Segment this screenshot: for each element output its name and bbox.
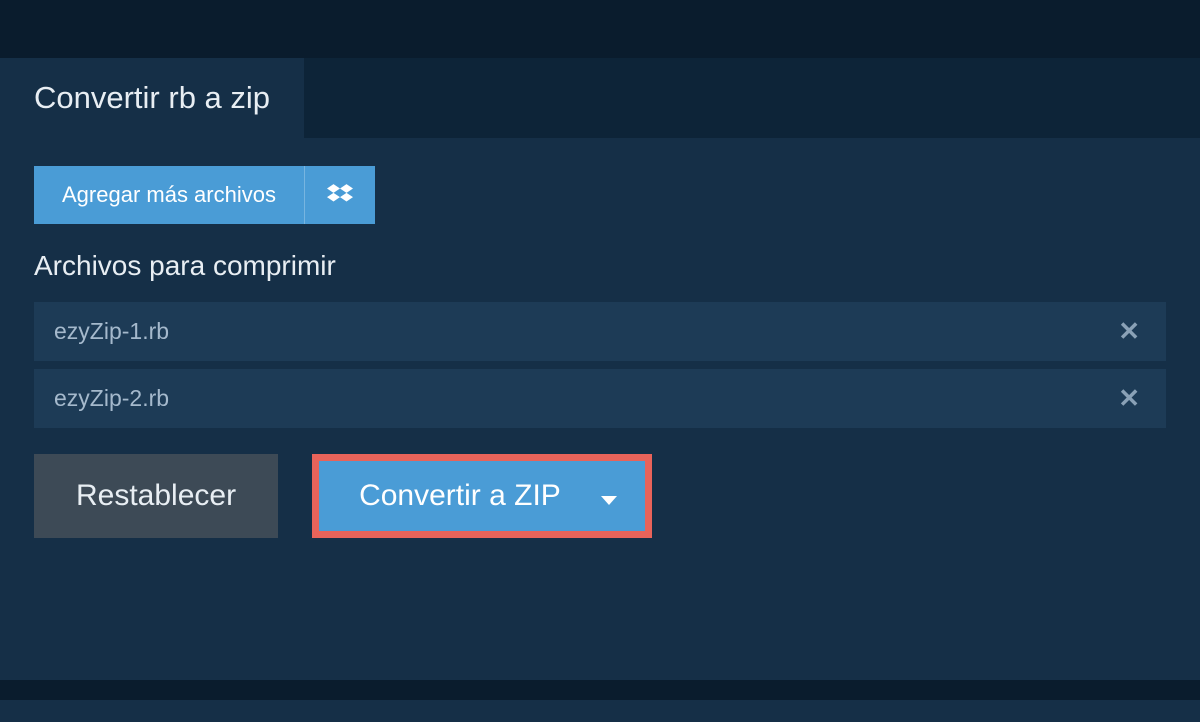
files-heading: Archivos para comprimir	[34, 250, 1166, 282]
reset-button[interactable]: Restablecer	[34, 454, 278, 538]
button-row: Restablecer Convertir a ZIP	[34, 454, 1166, 538]
dropbox-icon	[327, 182, 353, 208]
file-list: ezyZip-1.rb ✕ ezyZip-2.rb ✕	[34, 302, 1166, 428]
file-row: ezyZip-2.rb ✕	[34, 369, 1166, 428]
convert-label: Convertir a ZIP	[319, 461, 595, 531]
file-name: ezyZip-1.rb	[54, 318, 169, 345]
close-icon[interactable]: ✕	[1112, 383, 1146, 414]
main-content: Agregar más archivos Archivos para compr…	[0, 138, 1200, 722]
caret-down-icon	[601, 496, 617, 505]
tab-convert[interactable]: Convertir rb a zip	[0, 58, 304, 138]
file-name: ezyZip-2.rb	[54, 385, 169, 412]
file-row: ezyZip-1.rb ✕	[34, 302, 1166, 361]
add-files-label: Agregar más archivos	[34, 166, 304, 224]
close-icon[interactable]: ✕	[1112, 316, 1146, 347]
tab-title: Convertir rb a zip	[34, 80, 270, 115]
bottom-bar	[0, 680, 1200, 700]
convert-button-highlight: Convertir a ZIP	[312, 454, 652, 538]
reset-label: Restablecer	[76, 479, 236, 512]
add-files-button[interactable]: Agregar más archivos	[34, 166, 375, 224]
dropbox-icon-box[interactable]	[304, 166, 375, 224]
page-header	[0, 0, 1200, 58]
convert-button[interactable]: Convertir a ZIP	[319, 461, 645, 531]
content-area: Convertir rb a zip Agregar más archivos …	[0, 58, 1200, 722]
convert-dropdown-toggle[interactable]	[595, 461, 645, 531]
